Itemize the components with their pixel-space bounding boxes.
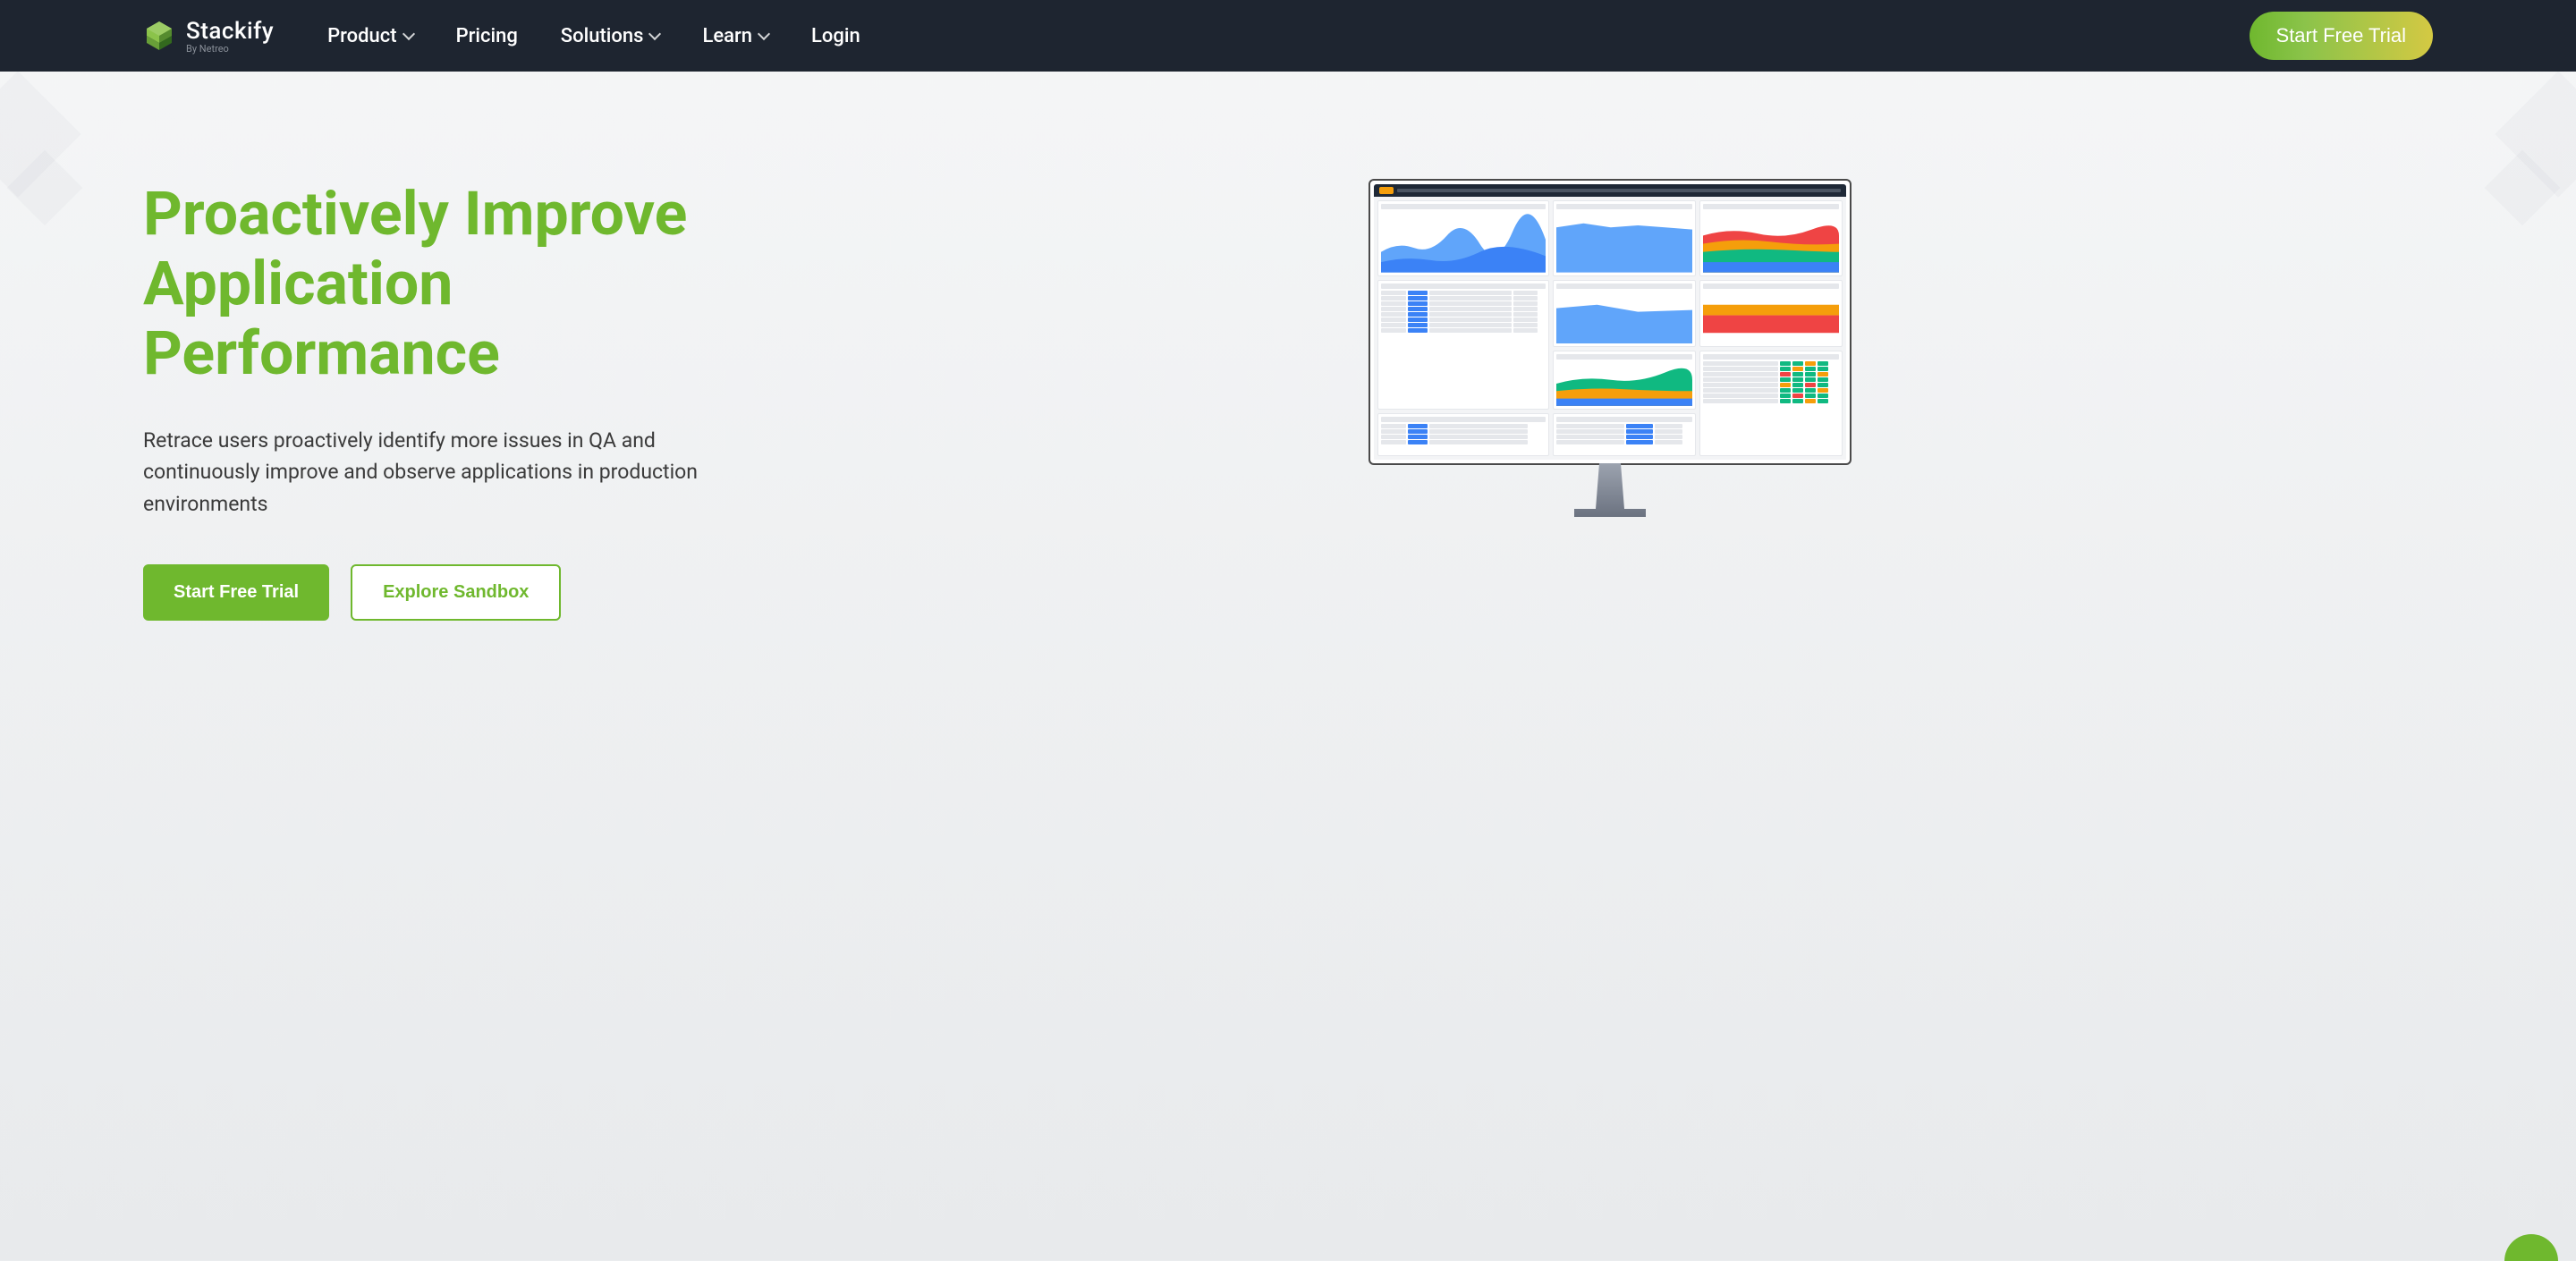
nav-label: Product: [327, 25, 396, 47]
nav-pricing[interactable]: Pricing: [456, 25, 518, 47]
logo[interactable]: Stackify By Netreo: [143, 18, 274, 55]
main-nav: Product Pricing Solutions Learn Login: [327, 25, 2249, 47]
dashboard-topbar: [1374, 184, 1846, 197]
explore-sandbox-button[interactable]: Explore Sandbox: [351, 564, 561, 621]
brand-byline: By Netreo: [186, 43, 274, 55]
nav-login[interactable]: Login: [811, 25, 860, 47]
chevron-down-icon: [402, 28, 414, 40]
logo-text: Stackify By Netreo: [186, 18, 274, 55]
hero-title: Proactively Improve Application Performa…: [143, 179, 733, 389]
nav-learn[interactable]: Learn: [702, 25, 768, 47]
logo-icon: [143, 20, 175, 52]
start-trial-button[interactable]: Start Free Trial: [143, 564, 329, 621]
monitor-mockup: [1368, 179, 1852, 517]
nav-label: Learn: [702, 25, 752, 47]
chevron-down-icon: [648, 28, 661, 40]
nav-label: Pricing: [456, 25, 518, 47]
monitor-stand: [1574, 463, 1646, 517]
brand-name: Stackify: [186, 18, 274, 45]
nav-label: Solutions: [561, 25, 644, 47]
hero-section: Proactively Improve Application Performa…: [0, 72, 2576, 674]
nav-label: Login: [811, 25, 860, 47]
nav-solutions[interactable]: Solutions: [561, 25, 660, 47]
hero-content: Proactively Improve Application Performa…: [143, 179, 733, 621]
dashboard-screenshot: [1368, 179, 1852, 465]
header-cta-button[interactable]: Start Free Trial: [2250, 12, 2433, 60]
hero-image: [787, 179, 2433, 517]
hero-actions: Start Free Trial Explore Sandbox: [143, 564, 733, 621]
chevron-down-icon: [758, 28, 770, 40]
nav-product[interactable]: Product: [327, 25, 412, 47]
site-header: Stackify By Netreo Product Pricing Solut…: [0, 0, 2576, 72]
chat-widget-icon[interactable]: [2504, 1234, 2558, 1261]
hero-description: Retrace users proactively identify more …: [143, 425, 733, 520]
